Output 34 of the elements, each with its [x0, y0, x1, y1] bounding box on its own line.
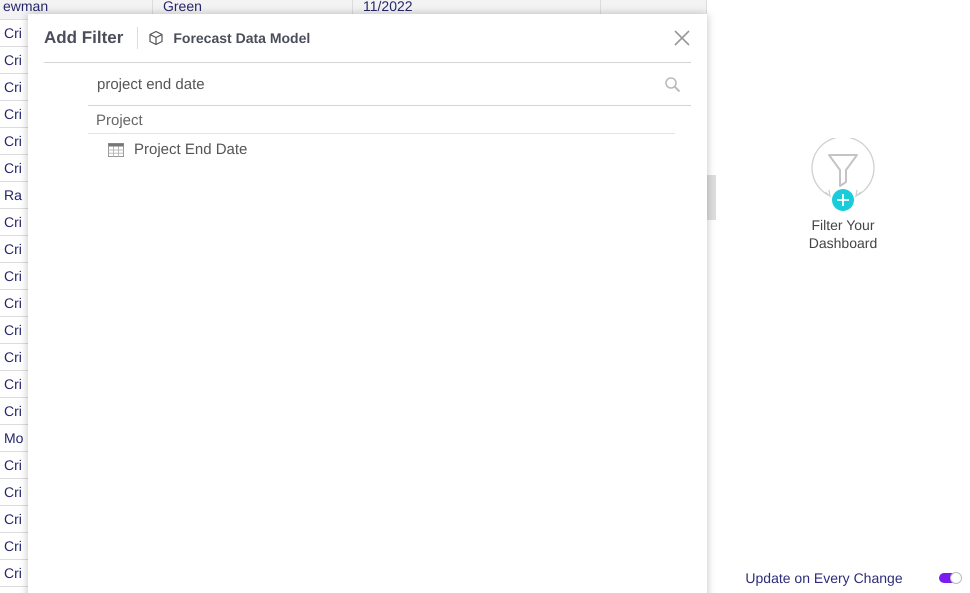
search-icon	[664, 76, 681, 92]
field-item[interactable]: Project End Date	[88, 134, 675, 165]
table-cell-text: Cri	[3, 402, 22, 421]
empty-state-message: Filter Your Dashboard	[808, 216, 878, 252]
table-icon	[108, 142, 124, 156]
group-heading: Project	[88, 106, 675, 134]
table-cell-text: Cri	[3, 294, 22, 313]
table-cell-text: Cri	[3, 105, 22, 124]
update-toggle[interactable]	[938, 573, 961, 583]
table-cell-text: Cri	[3, 267, 22, 286]
toggle-label: Update on Every Change	[745, 570, 903, 586]
dialog-title: Add Filter	[44, 28, 124, 48]
close-icon[interactable]	[674, 30, 690, 46]
table-cell-text: Cri	[3, 51, 22, 70]
table-cell-text: Cri	[3, 564, 22, 583]
table-cell-text: Cri	[3, 483, 22, 502]
table-cell-text: Cri	[3, 132, 22, 151]
table-cell-text: Cri	[3, 213, 22, 232]
table-cell-text: Cri	[3, 348, 22, 367]
table-cell-text: Cri	[3, 537, 22, 556]
table-cell-text: Cri	[3, 78, 22, 97]
table-cell-text: Cri	[3, 510, 22, 529]
table-cell-text: Cri	[3, 375, 22, 394]
table-cell-text: Cri	[3, 240, 22, 259]
table-cell-text: Cri	[3, 321, 22, 340]
search-field[interactable]: project end date	[88, 76, 664, 92]
table-cell-text: Mo	[3, 429, 24, 448]
cube-icon	[148, 30, 164, 46]
table-cell-text: Ra	[3, 186, 22, 205]
data-model-name: Forecast Data Model	[173, 30, 310, 46]
collapse-handle[interactable]	[707, 175, 716, 220]
table-cell-text: Cri	[3, 159, 22, 178]
table-cell-text: Cri	[3, 24, 22, 43]
table-cell-text: Cri	[3, 456, 22, 475]
